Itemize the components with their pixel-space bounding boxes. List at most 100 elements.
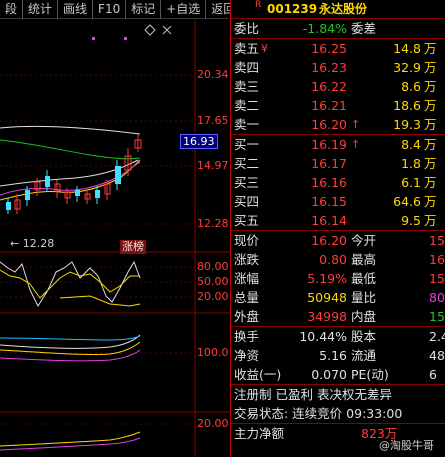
- bid-price: 16.17: [311, 156, 347, 171]
- quote-value: 16.20: [311, 233, 347, 248]
- weibi-label: 委比: [234, 21, 260, 36]
- quote-label: 外盘: [234, 309, 260, 324]
- quote-value: 16: [429, 252, 445, 267]
- ask-label: 卖二: [234, 98, 260, 113]
- bid-row-1[interactable]: 买一 16.19 ↑ 8.4 万: [231, 135, 445, 154]
- ind2-axis-100: 100.0: [197, 346, 229, 359]
- candles: [6, 134, 142, 214]
- bid-unit: 万: [424, 137, 437, 152]
- quote-label: 现价: [234, 233, 260, 248]
- registration-tags: 注册制 已盈利 表决权无差异: [234, 387, 392, 402]
- quote-value: 0.070: [311, 367, 347, 382]
- ask-unit: 万: [424, 79, 437, 94]
- quote-value: 80: [429, 290, 445, 305]
- ask-row-2[interactable]: 卖二 16.21 18.6 万: [231, 96, 445, 115]
- bid-vol: 64.6: [393, 194, 421, 209]
- quote-label: 收益(一): [234, 367, 282, 382]
- ask-price: 16.21: [311, 98, 347, 113]
- quote-value: 159: [429, 309, 445, 324]
- current-price-tag: 16.93: [180, 134, 218, 149]
- toolbar-stats[interactable]: 统计: [23, 0, 59, 19]
- price-axis-label-3: 14.97: [197, 159, 229, 172]
- quote-label: 内盘: [351, 309, 377, 324]
- price-axis-label-4: 12.28: [197, 217, 229, 230]
- quote-label: 量比: [351, 290, 377, 305]
- ask-label: 卖五: [234, 41, 260, 56]
- ask-row-5[interactable]: 卖五 ¥ 16.25 14.8 万: [231, 39, 445, 58]
- ind1-axis-50: 50.00: [197, 275, 229, 288]
- quote-label: 涨幅: [234, 271, 260, 286]
- quote-value: 10.44%: [299, 329, 347, 344]
- quote-row-netasset: 净资 5.16 流通 4880: [231, 346, 445, 365]
- ask-label: 卖一: [234, 117, 260, 132]
- ask-vol: 18.6: [393, 98, 421, 113]
- bid-row-5[interactable]: 买五 16.14 9.5 万: [231, 211, 445, 230]
- ask-unit: 万: [424, 41, 437, 56]
- quote-panel: R 001239 永达股份 委比 -1.84% 委差 卖五 ¥ 16.25 14…: [230, 0, 445, 457]
- bid-vol: 6.1: [401, 175, 421, 190]
- price-axis-label-1: 20.34: [197, 68, 229, 81]
- stock-code[interactable]: 001239: [267, 0, 317, 19]
- toolbar-add-watchlist[interactable]: +自选: [161, 0, 207, 19]
- up-arrow-icon: ↑: [351, 138, 361, 151]
- toolbar-f10[interactable]: F10: [93, 0, 127, 19]
- ask-price: 16.23: [311, 60, 347, 75]
- quote-label: 最低: [351, 271, 377, 286]
- toolbar-mark[interactable]: 标记: [126, 0, 162, 19]
- ask-row-4[interactable]: 卖四 16.23 32.9 万: [231, 58, 445, 77]
- up-arrow-icon: ↑: [351, 118, 361, 131]
- bid-price: 16.19: [311, 137, 347, 152]
- ask-unit: 万: [424, 98, 437, 113]
- ask-label: 卖三: [234, 79, 260, 94]
- quote-label: 总量: [234, 290, 260, 305]
- quote-value: 2.40: [429, 329, 445, 344]
- bid-label: 买二: [234, 156, 260, 171]
- ind3-axis-20: 20.00: [197, 417, 229, 430]
- quote-row-price: 现价 16.20 今开 15: [231, 231, 445, 250]
- ind1-axis-80: 80.00: [197, 260, 229, 273]
- bid-unit: 万: [424, 175, 437, 190]
- quote-label: 换手: [234, 329, 260, 344]
- ind1-axis-20: 20.00: [197, 290, 229, 303]
- bid-price: 16.15: [311, 194, 347, 209]
- bid-vol: 8.4: [401, 137, 421, 152]
- quote-value: 6: [429, 367, 437, 382]
- quote-value: 0.80: [319, 252, 347, 267]
- quote-row-turnover: 换手 10.44% 股本 2.40: [231, 327, 445, 346]
- bid-row-3[interactable]: 买三 16.16 6.1 万: [231, 173, 445, 192]
- weibi-row: 委比 -1.84% 委差: [231, 19, 445, 38]
- close-icon: [162, 25, 172, 35]
- bid-price: 16.14: [311, 213, 347, 228]
- quote-label: 涨跌: [234, 252, 260, 267]
- quote-value: 5.16: [319, 348, 347, 363]
- toolbar-draw-line[interactable]: 画线: [58, 0, 94, 19]
- ask-row-3[interactable]: 卖三 16.22 8.6 万: [231, 77, 445, 96]
- bid-row-4[interactable]: 买四 16.15 64.6 万: [231, 192, 445, 211]
- zhangbang-badge[interactable]: 涨榜: [120, 240, 146, 254]
- stock-header: R 001239 永达股份: [231, 0, 445, 19]
- ask-unit: 万: [424, 117, 437, 132]
- quote-value: 50948: [307, 290, 347, 305]
- ask-row-1[interactable]: 卖一 16.20 ↑ 19.3 万: [231, 115, 445, 134]
- quote-value: 15: [429, 271, 445, 286]
- r-mark: R: [255, 0, 262, 10]
- ask-price: 16.20: [311, 117, 347, 132]
- quote-label: 今开: [351, 233, 377, 248]
- bid-label: 买三: [234, 175, 260, 190]
- bid-unit: 万: [424, 213, 437, 228]
- chart-toolbar: 段 统计 画线 F10 标记 +自选 返回: [0, 0, 235, 19]
- quote-label: 最高: [351, 252, 377, 267]
- stock-name[interactable]: 永达股份: [319, 0, 367, 19]
- low-price-label: ← 12.28: [10, 237, 55, 250]
- weicha-label: 委差: [351, 21, 377, 36]
- ask-vol: 32.9: [393, 60, 421, 75]
- quote-value: 5.19%: [307, 271, 347, 286]
- bid-label: 买四: [234, 194, 260, 209]
- bid-row-2[interactable]: 买二 16.17 1.8 万: [231, 154, 445, 173]
- bid-price: 16.16: [311, 175, 347, 190]
- kline-chart[interactable]: 20.34 17.65 14.97 12.28 16.93 ← 12.28 涨榜…: [0, 19, 230, 457]
- bid-label: 买一: [234, 137, 260, 152]
- bid-unit: 万: [424, 156, 437, 171]
- toolbar-duan[interactable]: 段: [0, 0, 24, 19]
- quote-value: 4880: [429, 348, 445, 363]
